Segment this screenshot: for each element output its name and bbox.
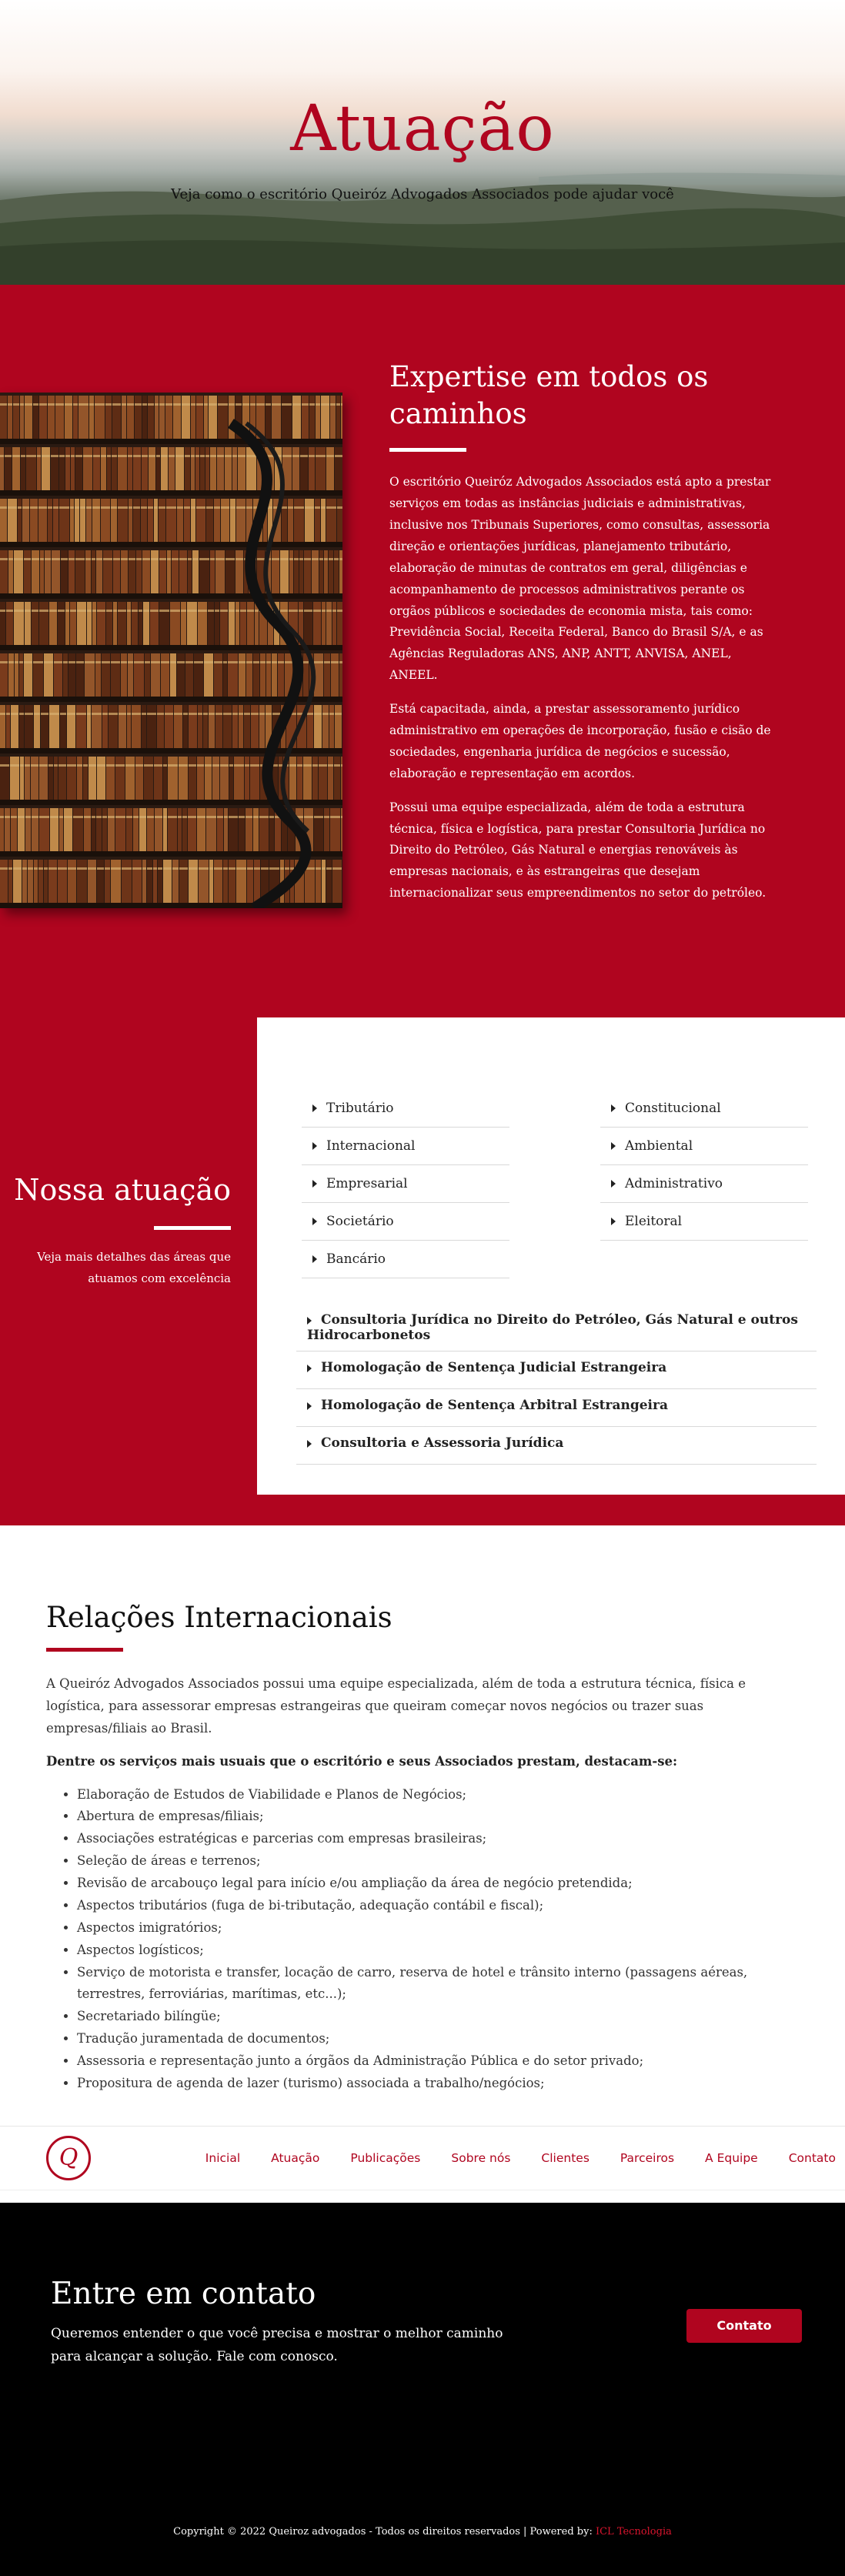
area-label: Consultoria Jurídica no Direito do Petró… [307, 1312, 798, 1343]
page-title: Atuação [290, 92, 555, 165]
area-label: Constitucional [625, 1101, 721, 1116]
hero-banner: Atuação Veja como o escritório Queiróz A… [0, 0, 845, 285]
powered-by-link[interactable]: ICL Tecnologia [596, 2526, 672, 2538]
contact-button[interactable]: Contato [686, 2308, 802, 2343]
logo[interactable]: Q [46, 2135, 91, 2180]
list-item: Associações estratégicas e parcerias com… [77, 1828, 799, 1850]
list-item: Secretariado bilíngüe; [77, 2006, 799, 2028]
atuacao-heading: Nossa atuação [14, 1173, 231, 1207]
area-item[interactable]: Bancário [302, 1241, 509, 1278]
relacoes-lead: Dentre os serviços mais usuais que o esc… [46, 1753, 678, 1769]
expertise-heading: Expertise em todos os caminhos [389, 360, 709, 431]
nav-link-contato[interactable]: Contato [789, 2151, 836, 2165]
area-item[interactable]: Eleitoral [600, 1203, 808, 1241]
area-label: Consultoria e Assessoria Jurídica [321, 1435, 564, 1452]
expertise-paragraph: O escritório Queiróz Advogados Associado… [389, 475, 771, 683]
area-label: Internacional [326, 1138, 416, 1154]
caret-right-icon [312, 1104, 317, 1112]
services-list: Elaboração de Estudos de Viabilidade e P… [77, 1784, 799, 2095]
area-label: Homologação de Sentença Judicial Estrang… [321, 1360, 667, 1376]
copyright: Copyright © 2022 Queiroz advogados - Tod… [0, 2526, 845, 2538]
area-label: Bancário [326, 1251, 386, 1267]
expertise-paragraph: Está capacitada, ainda, a prestar assess… [389, 702, 771, 780]
list-item: Aspectos imigratórios; [77, 1917, 799, 1940]
caret-right-icon [307, 1402, 312, 1410]
area-item[interactable]: Consultoria Jurídica no Direito do Petró… [296, 1304, 817, 1352]
list-item: Serviço de motorista e transfer, locação… [77, 1962, 799, 2006]
atuacao-section: Nossa atuação Veja mais detalhes das áre… [0, 1017, 845, 1525]
caret-right-icon [307, 1316, 312, 1325]
area-label: Administrativo [625, 1176, 723, 1191]
areas-list-right: Constitucional Ambiental Administrativo … [600, 1090, 808, 1241]
heading-underline [389, 448, 466, 453]
area-item[interactable]: Empresarial [302, 1165, 509, 1203]
caret-right-icon [312, 1218, 317, 1225]
main-navbar: Q Inicial Atuação Publicações Sobre nós … [0, 2125, 845, 2190]
atuacao-description: Veja mais detalhes das áreas que atuamos… [37, 1250, 231, 1286]
area-label: Ambiental [625, 1138, 693, 1154]
nav-link-equipe[interactable]: A Equipe [705, 2151, 758, 2165]
nav-link-sobre-nos[interactable]: Sobre nós [451, 2151, 510, 2165]
area-label: Tributário [326, 1101, 394, 1116]
list-item: Revisão de arcabouço legal para início e… [77, 1873, 799, 1895]
caret-right-icon [611, 1104, 616, 1112]
list-item: Aspectos tributários (fuga de bi-tributa… [77, 1895, 799, 1917]
list-item: Assessoria e representação junto a órgão… [77, 2050, 799, 2073]
nav-links: Inicial Atuação Publicações Sobre nós Cl… [175, 2127, 836, 2190]
contact-section: Entre em contato Queremos entender o que… [0, 2202, 845, 2576]
area-item[interactable]: Ambiental [600, 1128, 808, 1165]
contact-text: Queremos entender o que você precisa e m… [51, 2325, 503, 2364]
nav-link-clientes[interactable]: Clientes [541, 2151, 589, 2165]
area-label: Empresarial [326, 1176, 408, 1191]
area-label: Eleitoral [625, 1214, 683, 1229]
relacoes-heading: Relações Internacionais [46, 1601, 392, 1634]
nav-link-atuacao[interactable]: Atuação [271, 2151, 319, 2165]
copyright-text: Copyright © 2022 Queiroz advogados - Tod… [173, 2525, 596, 2538]
areas-list-left: Tributário Internacional Empresarial Soc… [302, 1090, 509, 1278]
page-subtitle: Veja como o escritório Queiróz Advogados… [171, 186, 674, 202]
relacoes-section: Relações Internacionais A Queiróz Advoga… [0, 1525, 845, 2126]
list-item: Seleção de áreas e terrenos; [77, 1850, 799, 1873]
area-item[interactable]: Tributário [302, 1090, 509, 1128]
caret-right-icon [312, 1180, 317, 1188]
expertise-paragraph: Possui uma equipe especializada, além de… [389, 800, 767, 900]
area-label: Homologação de Sentença Arbitral Estrang… [321, 1398, 668, 1414]
list-item: Tradução juramentada de documentos; [77, 2028, 799, 2050]
expertise-section: Expertise em todos os caminhos O escritó… [0, 285, 845, 1017]
relacoes-intro: A Queiróz Advogados Associados possui um… [46, 1676, 746, 1736]
contact-heading: Entre em contato [51, 2276, 316, 2311]
nav-link-parceiros[interactable]: Parceiros [620, 2151, 674, 2165]
caret-right-icon [307, 1439, 312, 1448]
area-item[interactable]: Homologação de Sentença Arbitral Estrang… [296, 1389, 817, 1428]
area-item[interactable]: Administrativo [600, 1165, 808, 1203]
list-item: Aspectos logísticos; [77, 1940, 799, 1962]
caret-right-icon [312, 1142, 317, 1150]
area-item[interactable]: Societário [302, 1203, 509, 1241]
expertise-content: Expertise em todos os caminhos O escritó… [389, 359, 774, 917]
list-item: Elaboração de Estudos de Viabilidade e P… [77, 1784, 799, 1806]
nav-link-publicacoes[interactable]: Publicações [350, 2151, 420, 2165]
library-photo [0, 393, 342, 908]
caret-right-icon [611, 1180, 616, 1188]
heading-underline [46, 1648, 123, 1652]
list-item: Propositura de agenda de lazer (turismo)… [77, 2073, 799, 2095]
atuacao-intro: Nossa atuação Veja mais detalhes das áre… [0, 1171, 231, 1290]
caret-right-icon [312, 1255, 317, 1263]
area-item[interactable]: Consultoria e Assessoria Jurídica [296, 1427, 817, 1465]
caret-right-icon [307, 1364, 312, 1372]
caret-right-icon [611, 1142, 616, 1150]
list-item: Abertura de empresas/filiais; [77, 1806, 799, 1828]
areas-list-wide: Consultoria Jurídica no Direito do Petró… [296, 1304, 817, 1465]
heading-underline [154, 1226, 231, 1231]
area-label: Societário [326, 1214, 394, 1229]
caret-right-icon [611, 1218, 616, 1225]
nav-link-inicial[interactable]: Inicial [205, 2151, 240, 2165]
area-item[interactable]: Constitucional [600, 1090, 808, 1128]
logo-letter: Q [58, 2144, 78, 2172]
area-item[interactable]: Homologação de Sentença Judicial Estrang… [296, 1351, 817, 1390]
area-item[interactable]: Internacional [302, 1128, 509, 1165]
